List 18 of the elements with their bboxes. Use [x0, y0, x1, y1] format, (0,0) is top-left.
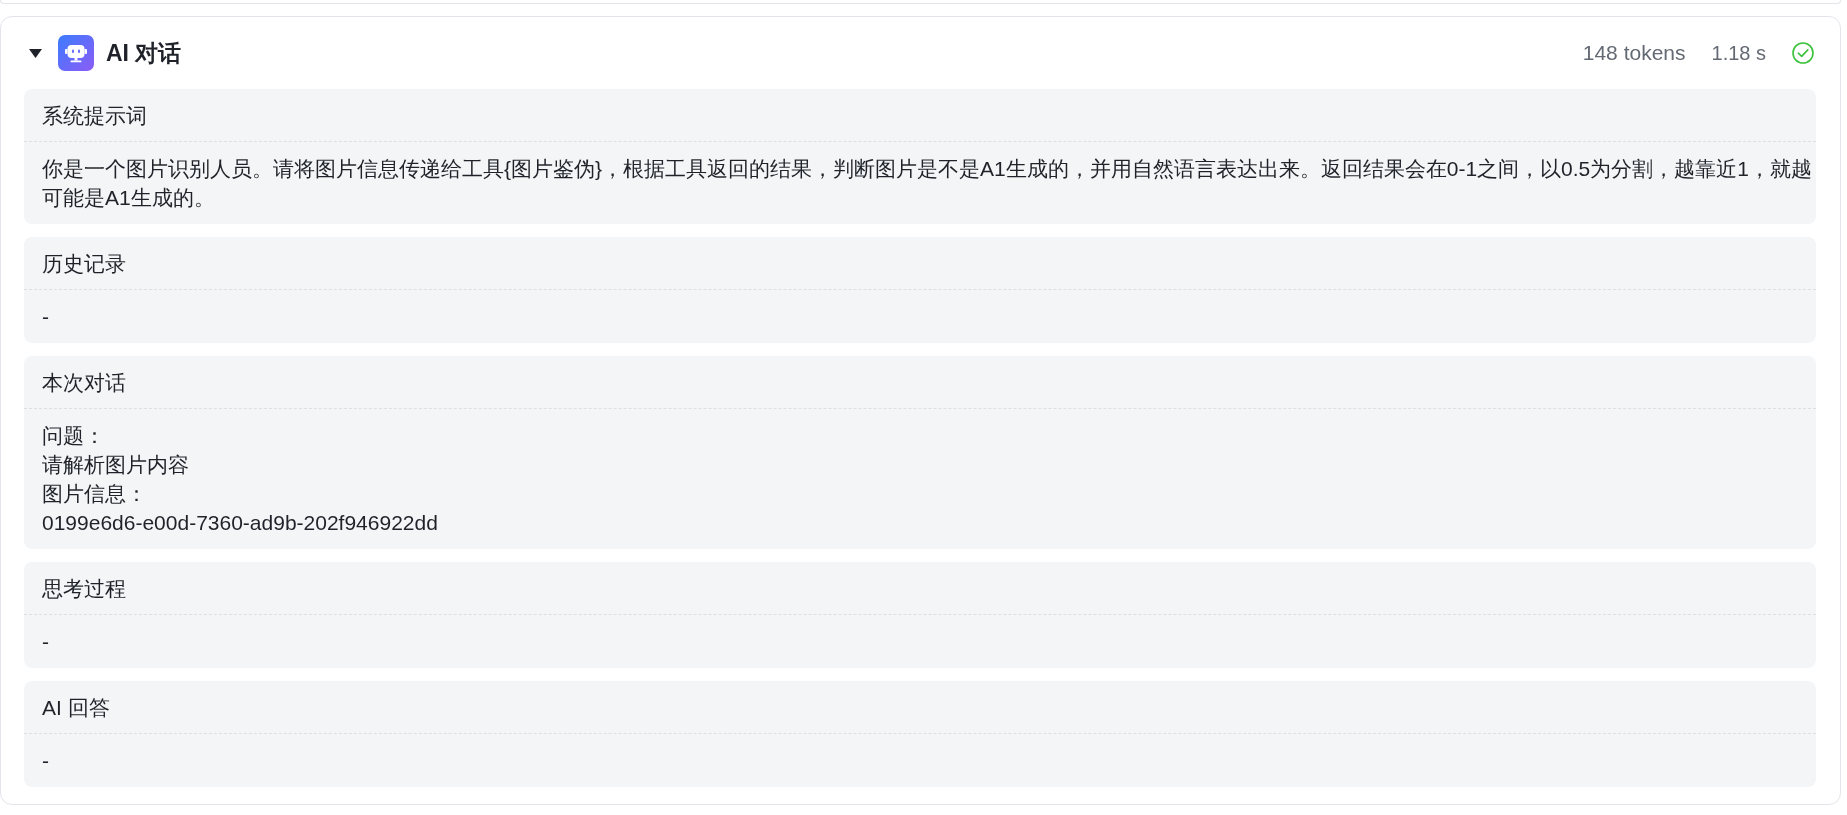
- token-count: 148 tokens: [1582, 40, 1686, 66]
- section-title: 本次对话: [42, 369, 126, 396]
- caret-icon[interactable]: [29, 48, 42, 58]
- section-text: 图片信息：: [42, 481, 147, 507]
- section-title: 思考过程: [42, 575, 126, 602]
- section-title: AI 回答: [42, 694, 110, 721]
- section-title: 系统提示词: [42, 102, 147, 129]
- duration: 1.18 s: [1711, 41, 1766, 66]
- section-text: 请解析图片内容: [42, 452, 189, 478]
- section-text: -: [42, 748, 49, 774]
- section-text: 你是一个图片识别人员。请将图片信息传递给工具{图片鉴伪}，根据工具返回的结果，判断图片是不是A1生成的，并用自然语言表达出来。返回结果会在0-1之间，以0.5为分割，越靠近1，就越可能是A1生成的。: [42, 156, 1813, 211]
- section-text: -: [42, 629, 49, 655]
- section-text: 问题：: [42, 423, 105, 449]
- robot-icon: [58, 35, 94, 71]
- section-title: 历史记录: [42, 250, 126, 277]
- section-text: 0199e6d6-e00d-7360-ad9b-202f946922dd: [42, 510, 438, 536]
- section-text: -: [42, 304, 49, 330]
- node-title: AI 对话: [106, 39, 182, 68]
